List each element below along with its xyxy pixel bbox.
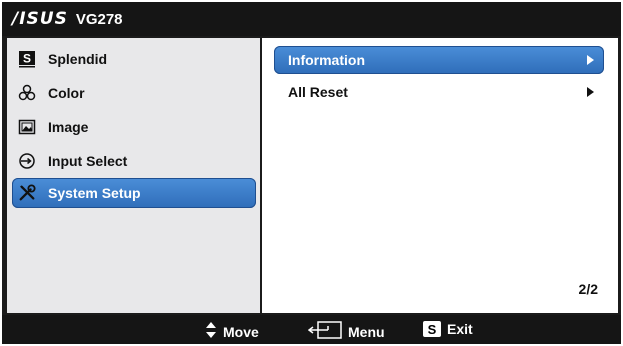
menu-item-splendid[interactable]: S Splendid: [12, 44, 256, 74]
submenu-item-all-reset[interactable]: All Reset: [274, 78, 604, 106]
submenu-item-label: Information: [288, 52, 365, 68]
exit-label: Exit: [447, 321, 473, 337]
brand: /ISUS VG278: [12, 9, 123, 29]
chevron-right-icon: [587, 87, 594, 97]
submenu: Information All Reset 2/2: [262, 38, 618, 313]
menu-item-system-setup[interactable]: System Setup: [12, 178, 256, 208]
model-name: VG278: [75, 10, 123, 28]
menu-item-label: Splendid: [48, 51, 108, 67]
move-hint: Move: [205, 321, 259, 342]
input-select-icon: [18, 152, 36, 170]
menu-item-input-select[interactable]: Input Select: [12, 146, 256, 176]
menu-item-label: Image: [48, 119, 89, 135]
splendid-s-icon: S: [18, 50, 36, 68]
move-label: Move: [223, 323, 259, 340]
osd-window: /ISUS VG278 S Splendid Color Image Input…: [2, 2, 621, 344]
exit-key-icon: S: [423, 321, 441, 337]
page-indicator: 2/2: [578, 281, 598, 297]
enter-key-icon: [307, 321, 342, 342]
up-down-arrows-icon: [205, 321, 217, 342]
brand-logo: /ISUS: [12, 9, 68, 29]
color-icon: [18, 84, 36, 102]
svg-text:S: S: [23, 52, 31, 66]
wrench-screwdriver-icon: [18, 184, 36, 202]
submenu-item-label: All Reset: [288, 84, 348, 100]
menu-item-label: Input Select: [48, 153, 128, 169]
menu-hint: Menu: [307, 321, 385, 342]
image-icon: [18, 118, 36, 136]
submenu-item-information[interactable]: Information: [274, 46, 604, 74]
footer-hints: Move Menu S Exit: [2, 315, 621, 344]
menu-item-label: Color: [48, 85, 85, 101]
menu-item-image[interactable]: Image: [12, 112, 256, 142]
header-bar: /ISUS VG278: [2, 2, 621, 36]
menu-label: Menu: [348, 323, 385, 340]
exit-hint: S Exit: [423, 321, 473, 337]
menu-item-color[interactable]: Color: [12, 78, 256, 108]
menu-item-label: System Setup: [48, 185, 141, 201]
main-menu: S Splendid Color Image Input Select Syst…: [7, 38, 260, 313]
chevron-right-icon: [587, 55, 594, 65]
